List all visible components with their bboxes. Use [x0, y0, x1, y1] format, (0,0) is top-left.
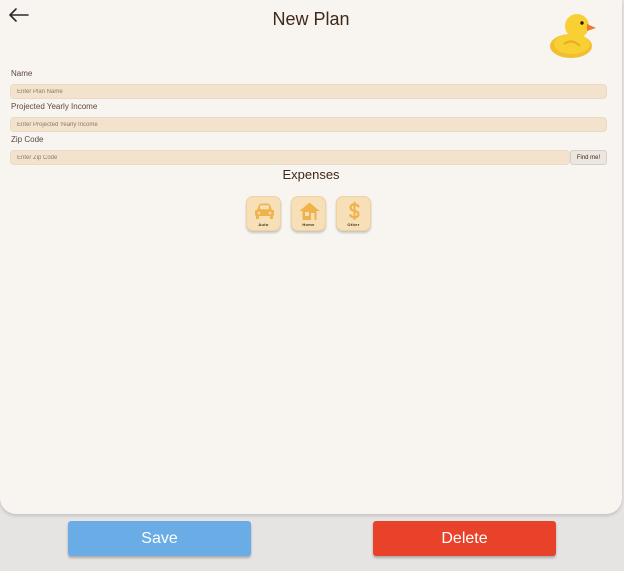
zip-label: Zip Code: [11, 135, 44, 144]
plan-card: New Plan Name Projected Yearly Income Zi…: [0, 0, 622, 514]
zip-code-input[interactable]: [10, 150, 570, 165]
page-title: New Plan: [272, 9, 350, 29]
income-input[interactable]: [10, 117, 607, 132]
car-icon: [255, 203, 274, 219]
name-label: Name: [11, 69, 33, 78]
find-me-button[interactable]: Find me!: [570, 150, 607, 165]
expense-home-button[interactable]: Home: [291, 196, 326, 231]
expense-other-button[interactable]: Other: [336, 196, 371, 231]
expenses-heading: Expenses: [282, 167, 340, 182]
plan-name-input[interactable]: [10, 84, 607, 99]
rubber-duck-icon: [550, 14, 596, 58]
expense-label: Auto: [258, 222, 269, 227]
house-icon: [299, 202, 320, 220]
expense-auto-button[interactable]: Auto: [246, 196, 281, 231]
save-button[interactable]: Save: [68, 521, 251, 556]
expense-label: Other: [347, 222, 360, 227]
income-label: Projected Yearly Income: [11, 102, 98, 111]
delete-button[interactable]: Delete: [373, 521, 556, 556]
dollar-icon: [349, 201, 360, 220]
expense-label: Home: [302, 222, 315, 227]
